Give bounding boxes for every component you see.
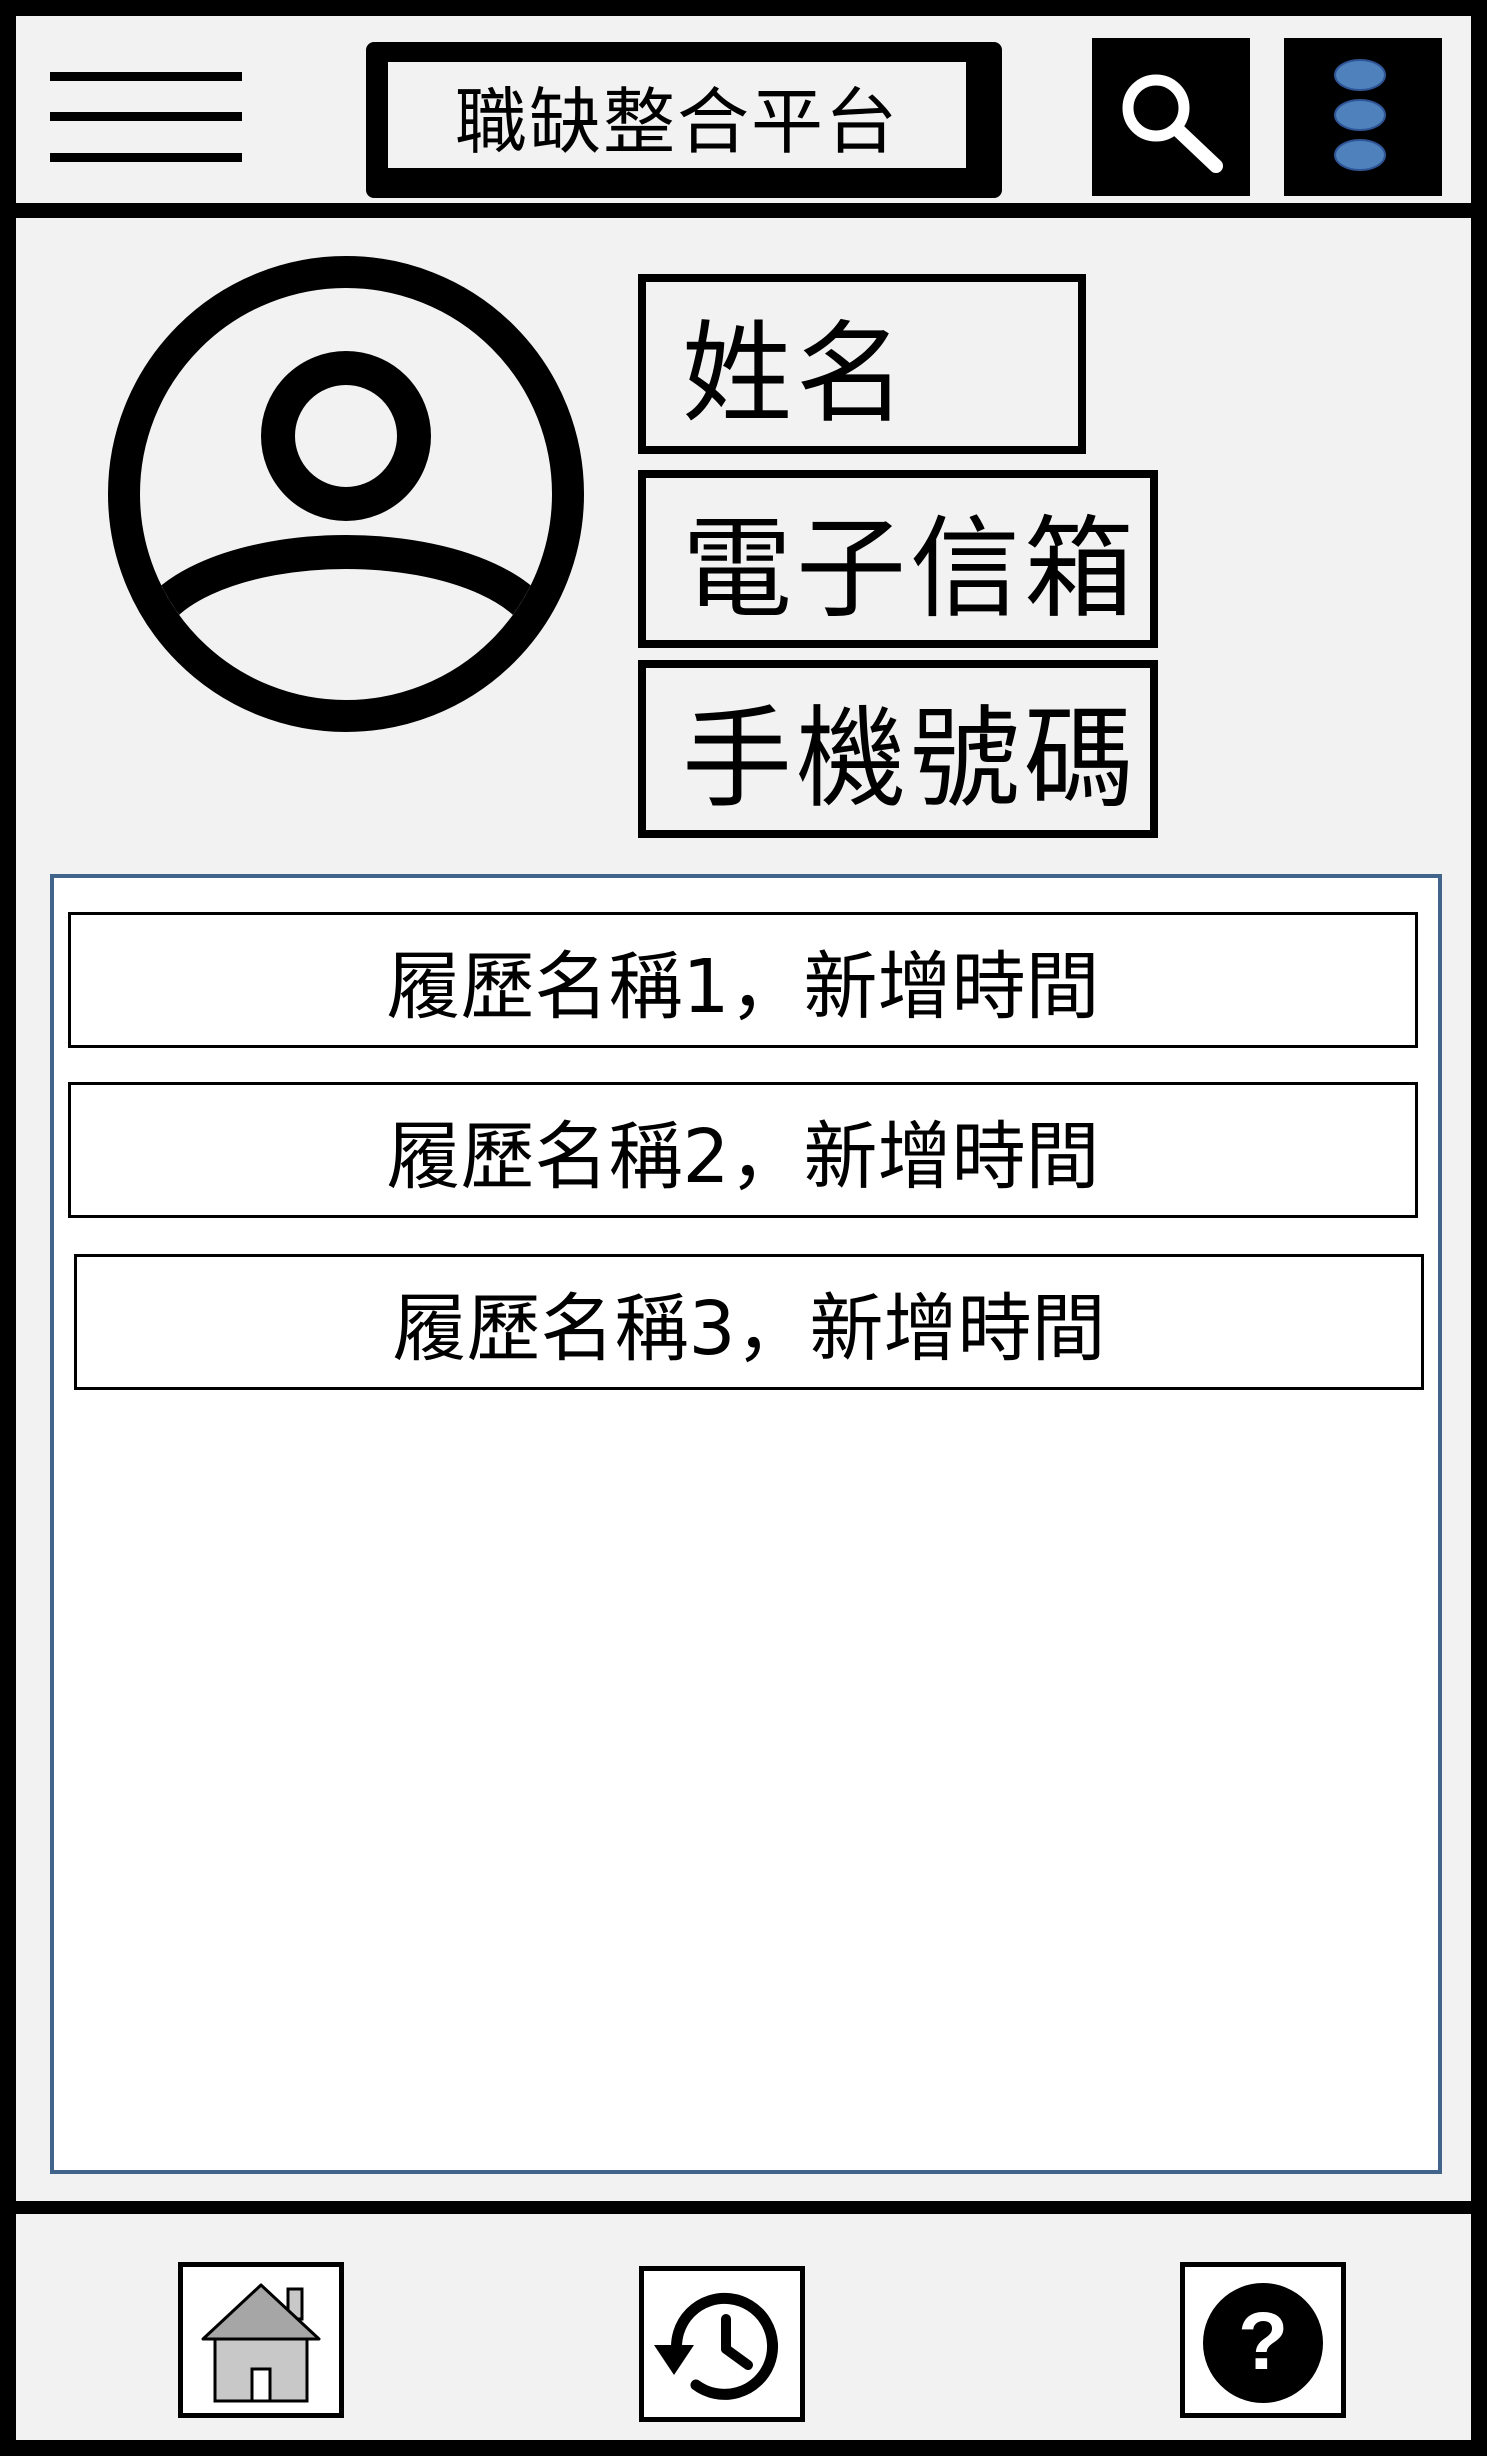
user-avatar-icon[interactable] xyxy=(96,244,596,744)
hamburger-menu-icon[interactable] xyxy=(50,72,242,162)
home-button[interactable] xyxy=(178,2262,344,2418)
more-options-button[interactable] xyxy=(1284,38,1442,196)
resume-list-item[interactable]: 履歷名稱3，新增時間 xyxy=(74,1254,1424,1390)
main-content: 姓名 電子信箱 手機號碼 履歷名稱1，新增時間 履歷名稱2，新增時間 履歷名稱3… xyxy=(16,218,1471,2201)
search-icon xyxy=(1122,74,1223,173)
top-bar: 職缺整合平台 xyxy=(16,16,1471,203)
resume-list-item[interactable]: 履歷名稱2，新增時間 xyxy=(68,1082,1418,1218)
home-icon xyxy=(201,2283,321,2403)
svg-text:?: ? xyxy=(1238,2296,1288,2387)
email-field[interactable]: 電子信箱 xyxy=(638,470,1158,648)
history-icon xyxy=(654,2292,778,2400)
app-title: 職缺整合平台 xyxy=(384,58,970,172)
app-title-container: 職缺整合平台 xyxy=(366,42,1002,198)
app-frame: 職缺整合平台 姓名 電子信箱 手機號碼 履歷名稱1，新增時間 履歷名稱2，新增時… xyxy=(0,0,1487,2456)
phone-field[interactable]: 手機號碼 xyxy=(638,660,1158,838)
more-vertical-icon xyxy=(1334,59,1386,171)
history-button[interactable] xyxy=(639,2266,805,2422)
resume-list: 履歷名稱1，新增時間 履歷名稱2，新增時間 履歷名稱3，新增時間 xyxy=(50,874,1442,2174)
help-button[interactable]: ? xyxy=(1180,2262,1346,2418)
resume-list-item[interactable]: 履歷名稱1，新增時間 xyxy=(68,912,1418,1048)
bottom-nav: ? xyxy=(16,2214,1471,2440)
name-field[interactable]: 姓名 xyxy=(638,274,1086,454)
search-button[interactable] xyxy=(1092,38,1250,196)
help-icon: ? xyxy=(1203,2283,1323,2403)
